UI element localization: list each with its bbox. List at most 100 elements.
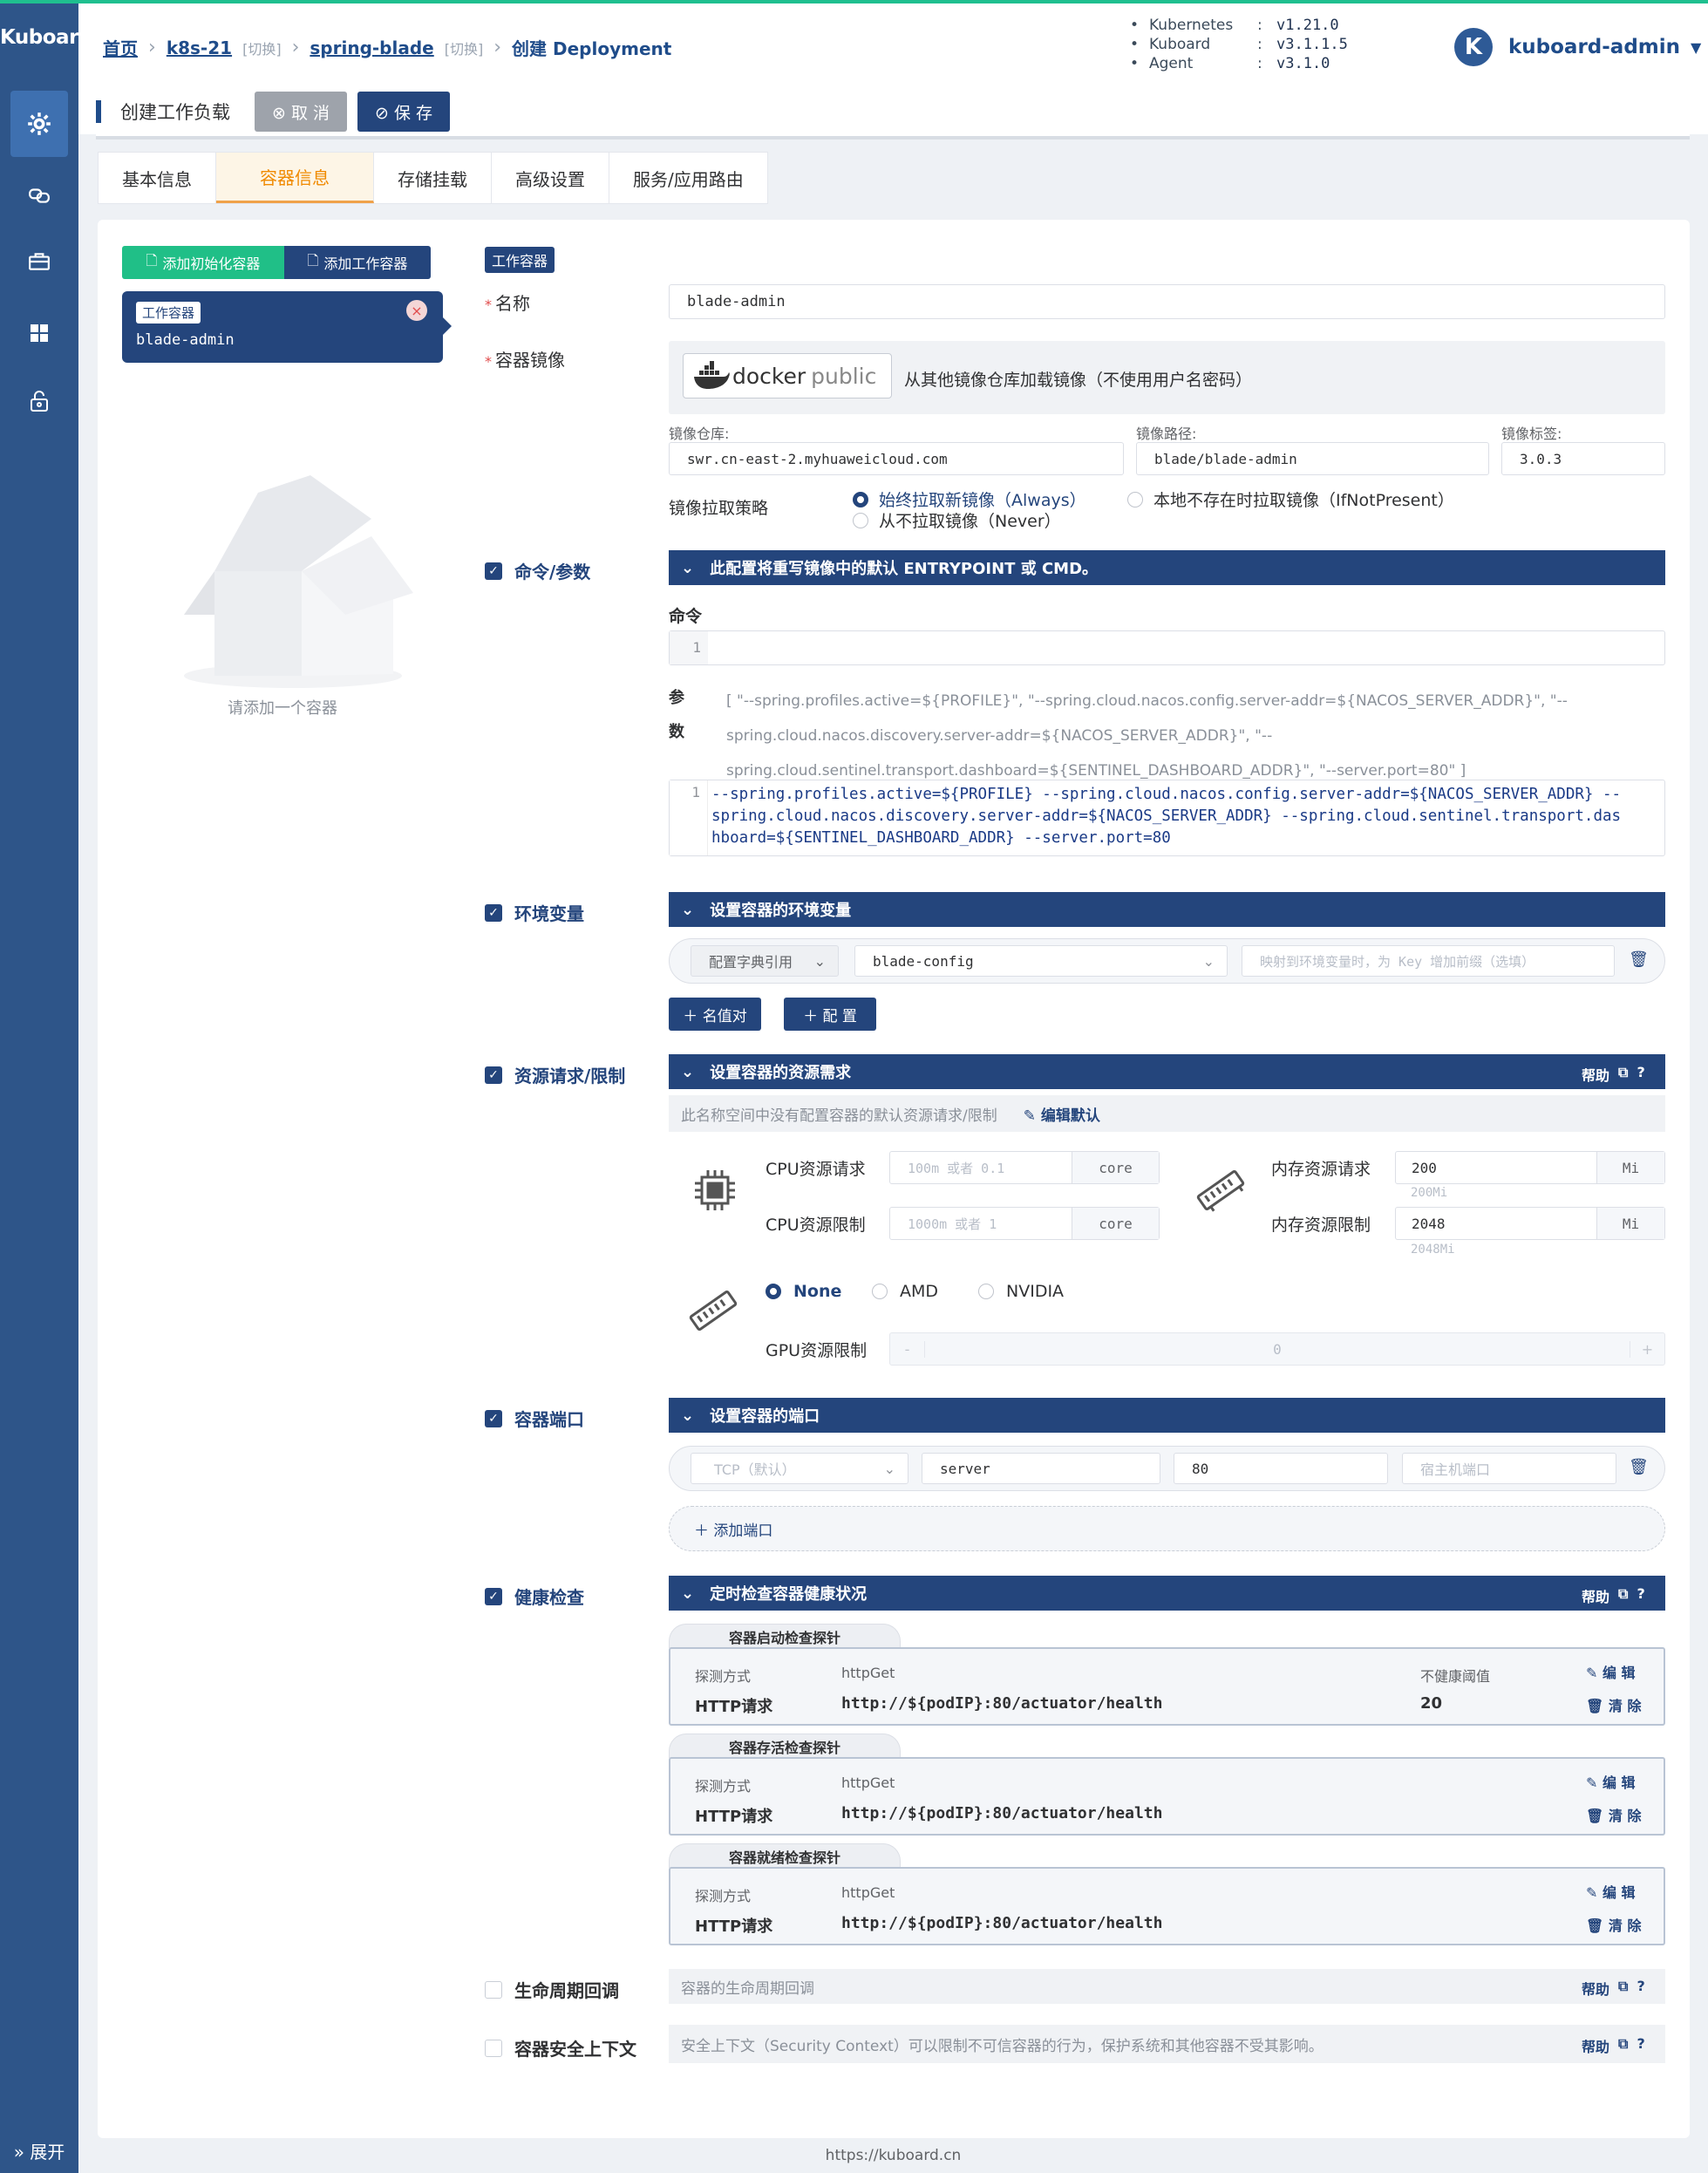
memory-limit-input[interactable]: 2048 Mi [1395,1207,1665,1240]
ports-section-bar[interactable]: ⌄ 设置容器的端口 [669,1398,1665,1433]
gear-icon[interactable] [10,91,68,157]
cpu-request-input[interactable]: 100m 或者 0.1 core [889,1151,1160,1184]
radio-unchecked [872,1284,888,1299]
tab-service-route[interactable]: 服务/应用路由 [609,153,767,203]
save-button[interactable]: ⊘ 保 存 [357,92,450,132]
pull-always-radio[interactable]: 始终拉取新镜像（Always） [853,487,1086,511]
breadcrumb-cluster[interactable]: k8s-21 [167,37,232,58]
container-port-input[interactable]: 80 [1174,1453,1388,1484]
args-json-line: [ "--spring.profiles.active=${PROFILE}",… [726,692,1568,710]
pencil-icon: ✎ [1023,1107,1041,1125]
ports-toggle[interactable]: ✓ 容器端口 [485,1406,584,1431]
health-section-bar[interactable]: ⌄ 定时检查容器健康状况 [669,1576,1665,1611]
health-toggle[interactable]: ✓ 健康检查 [485,1584,584,1609]
clear-probe-button[interactable]: 🗑 清 除 [1586,1694,1641,1715]
edit-default-label: 编辑默认 [1040,1107,1100,1125]
lifecycle-toggle[interactable]: 生命周期回调 [485,1977,619,2002]
grid-icon[interactable] [0,300,78,366]
probe-request-label: HTTP请求 [695,1808,773,1826]
add-init-container-button[interactable]: 🗋 添加初始化容器 [122,246,284,279]
page-title: 创建工作负载 [120,102,230,123]
image-label-text: 容器镜像 [495,350,565,371]
brand-logo[interactable]: Kuboard [0,26,92,49]
command-toggle[interactable]: ✓ 命令/参数 [485,558,590,583]
trash-icon: 🗑 [1586,1918,1609,1934]
briefcase-icon[interactable] [0,228,78,295]
add-name-value-button[interactable]: ＋ 名值对 [669,998,761,1031]
port-name-input[interactable]: server [922,1453,1160,1484]
clear-label: 清 除 [1608,1918,1642,1934]
pull-ifnotpresent-radio[interactable]: 本地不存在时拉取镜像（IfNotPresent） [1127,487,1454,511]
env-toggle[interactable]: ✓ 环境变量 [485,900,584,925]
breadcrumb-home[interactable]: 首页 [103,35,138,60]
footer-link[interactable]: https://kuboard.cn [78,2147,1708,2164]
port-protocol-select[interactable]: TCP（默认） ⌄ [691,1453,908,1484]
env-section-bar[interactable]: ⌄ 设置容器的环境变量 [669,892,1665,927]
pull-always-label: 始终拉取新镜像（Always） [879,491,1086,510]
memory-request-input[interactable]: 200 Mi [1395,1151,1665,1184]
container-card[interactable]: 工作容器 blade-admin × [122,291,452,363]
edit-probe-button[interactable]: ✎ 编 辑 [1586,1881,1636,1902]
tab-storage[interactable]: 存储挂载 [374,153,492,203]
add-work-container-button[interactable]: 🗋 添加工作容器 [284,246,431,279]
user-menu[interactable]: K kuboard-admin ▼ [1454,28,1701,66]
close-icon[interactable]: × [406,300,427,321]
chevron-right-icon: › [148,37,156,58]
chevron-down-icon: ⌄ [681,900,695,919]
health-help-link[interactable]: 帮助 ⧉? [1582,1585,1645,1606]
lifecycle-help-link[interactable]: 帮助 ⧉? [1582,1978,1645,1999]
docker-public-button[interactable]: docker public [683,353,892,398]
empty-box-illustration [171,440,424,693]
tab-advanced[interactable]: 高级设置 [492,153,609,203]
threshold-label: 不健康阈值 [1420,1668,1491,1685]
image-path-input[interactable]: blade/blade-admin [1136,442,1489,475]
args-label: 参 [669,689,684,707]
clear-probe-button[interactable]: 🗑 清 除 [1586,1804,1641,1825]
args-editor[interactable]: 1 --spring.profiles.active=${PROFILE} --… [669,780,1665,856]
clear-probe-button[interactable]: 🗑 清 除 [1586,1914,1641,1935]
trash-icon[interactable]: 🗑 [1629,950,1649,969]
radio-checked [766,1284,781,1299]
link-icon[interactable] [0,162,78,228]
tab-container-info[interactable]: 容器信息 [216,153,374,203]
cpu-limit-input[interactable]: 1000m 或者 1 core [889,1207,1160,1240]
gpu-none-radio[interactable]: None [766,1282,841,1301]
edit-probe-button[interactable]: ✎ 编 辑 [1586,1661,1636,1682]
security-help-link[interactable]: 帮助 ⧉? [1582,2035,1645,2056]
env-prefix-input[interactable]: 映射到环境变量时，为 Key 增加前缀（选填） [1242,945,1615,977]
add-config-button[interactable]: ＋ 配 置 [784,998,876,1031]
cluster-switch-link[interactable]: [切换] [242,37,282,58]
resources-toggle[interactable]: ✓ 资源请求/限制 [485,1062,625,1087]
edit-default-link[interactable]: ✎ 编辑默认 [1024,1103,1100,1125]
unlock-icon[interactable] [0,368,78,434]
container-name-input[interactable]: blade-admin [669,284,1665,319]
namespace-switch-link[interactable]: [切换] [445,37,484,58]
edit-probe-button[interactable]: ✎ 编 辑 [1586,1771,1636,1792]
config-map-select[interactable]: blade-config ⌄ [854,945,1228,977]
plus-icon[interactable]: + [1630,1340,1664,1358]
command-editor[interactable]: 1 [669,630,1665,665]
probe-method-label: 探测方式 [695,1778,752,1795]
host-port-input[interactable]: 宿主机端口 [1402,1453,1616,1484]
gpu-nvidia-radio[interactable]: NVIDIA [978,1282,1064,1301]
pull-never-radio[interactable]: 从不拉取镜像（Never） [853,508,1061,532]
registry-input[interactable]: swr.cn-east-2.myhuaweicloud.com [669,442,1124,475]
security-toggle[interactable]: 容器安全上下文 [485,2035,636,2061]
command-section-bar[interactable]: ⌄ 此配置将重写镜像中的默认 ENTRYPOINT 或 CMD。 [669,550,1665,585]
tab-basic-info[interactable]: 基本信息 [99,153,216,203]
image-tag-input[interactable]: 3.0.3 [1501,442,1665,475]
required-mark: * [485,353,492,370]
breadcrumb-namespace[interactable]: spring-blade [310,37,433,58]
resources-section-bar[interactable]: ⌄ 设置容器的资源需求 [669,1054,1665,1089]
cancel-button[interactable]: ⊗ 取 消 [255,92,347,132]
probe-request-label: HTTP请求 [695,1918,773,1936]
env-type-select[interactable]: 配置字典引用 ⌄ [691,945,839,977]
minus-icon[interactable]: - [890,1340,925,1358]
add-port-button[interactable]: ＋ 添加端口 [669,1506,1665,1551]
sidebar-expand-button[interactable]: » 展开 [0,2138,78,2163]
resources-help-link[interactable]: 帮助 ⧉? [1582,1064,1645,1085]
gpu-amd-radio[interactable]: AMD [872,1282,938,1301]
gpu-limit-stepper[interactable]: - 0 + [889,1332,1665,1366]
security-bar: 安全上下文（Security Context）可以限制不可信容器的行为，保护系统… [669,2025,1665,2063]
trash-icon[interactable]: 🗑 [1629,1458,1649,1476]
